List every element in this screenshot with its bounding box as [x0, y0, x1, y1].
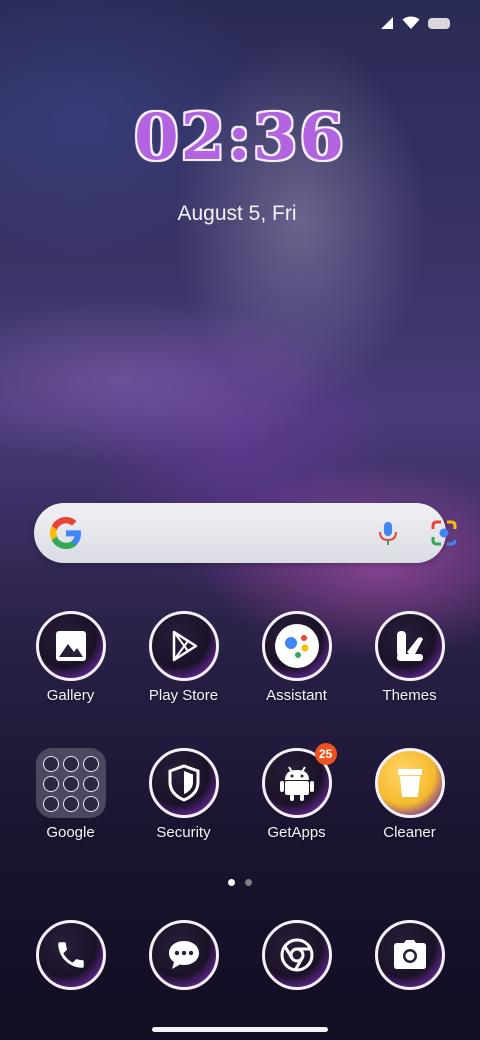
notification-badge: 25	[314, 743, 337, 765]
dock-messages[interactable]	[127, 920, 240, 990]
app-label: Google	[46, 824, 95, 841]
files-mini-icon	[62, 796, 79, 812]
meet-mini-icon	[62, 776, 79, 792]
page-indicator	[228, 879, 252, 886]
assistant-app-icon[interactable]	[261, 611, 332, 681]
google-mini-icon	[42, 756, 59, 772]
clock-date[interactable]: August 5, Fri	[0, 202, 474, 226]
app-assistant[interactable]: Assistant	[240, 611, 353, 704]
play-games-mini-icon	[42, 796, 59, 812]
mic-icon[interactable]	[374, 519, 402, 547]
app-cleaner[interactable]: Cleaner	[353, 748, 466, 841]
phone-app-icon[interactable]	[35, 920, 106, 990]
messages-icon	[168, 941, 199, 969]
wifi-icon	[402, 16, 420, 29]
android-icon	[279, 766, 314, 801]
home-gesture-bar[interactable]	[152, 1027, 328, 1032]
app-gallery[interactable]: Gallery	[14, 611, 127, 704]
shield-icon	[168, 764, 199, 802]
app-label: Assistant	[266, 687, 327, 704]
clock-time[interactable]: 02:36	[0, 100, 480, 175]
app-label: GetApps	[267, 824, 326, 841]
app-label: Gallery	[46, 687, 95, 704]
dock-chrome[interactable]	[240, 920, 353, 990]
image-icon	[55, 631, 86, 661]
gmail-mini-icon	[62, 756, 79, 772]
page-dot	[245, 879, 252, 886]
signal-icon	[381, 17, 393, 29]
getapps-app-icon[interactable]: 25	[261, 743, 337, 818]
themes-icon	[396, 631, 423, 661]
app-getapps[interactable]: 25 GetApps	[240, 743, 353, 841]
cleaner-app-icon[interactable]	[374, 748, 445, 818]
messages-app-icon[interactable]	[148, 920, 219, 990]
gallery-app-icon[interactable]	[35, 611, 106, 681]
themes-app-icon[interactable]	[374, 611, 445, 681]
camera-icon	[393, 940, 426, 969]
assistant-icon	[274, 624, 319, 668]
sheets-mini-icon	[82, 796, 99, 812]
security-app-icon[interactable]	[148, 748, 219, 818]
maps-mini-icon	[82, 756, 99, 772]
folder-icon[interactable]	[35, 748, 106, 818]
photos-mini-icon	[82, 776, 99, 792]
dock-phone[interactable]	[14, 920, 127, 990]
app-label: Cleaner	[383, 824, 436, 841]
app-label: Play Store	[148, 687, 219, 704]
app-label: Security	[156, 824, 211, 841]
google-search-bar[interactable]	[34, 503, 457, 563]
trash-bin-icon	[397, 769, 422, 797]
chrome-icon	[280, 938, 313, 972]
lens-icon[interactable]	[430, 519, 458, 547]
app-play-store[interactable]: Play Store	[127, 611, 240, 704]
play-store-app-icon[interactable]	[148, 611, 219, 681]
app-label: Themes	[382, 687, 437, 704]
youtube-mini-icon	[42, 776, 59, 792]
app-folder-google[interactable]: Google	[14, 748, 127, 841]
page-dot-active	[228, 879, 235, 886]
status-bar	[380, 16, 450, 30]
camera-app-icon[interactable]	[374, 920, 445, 990]
app-security[interactable]: Security	[127, 748, 240, 841]
battery-icon	[428, 17, 450, 29]
phone-icon	[57, 942, 84, 968]
chrome-app-icon[interactable]	[261, 920, 332, 990]
google-g-icon	[50, 517, 81, 549]
play-store-icon	[172, 630, 197, 662]
dock-camera[interactable]	[353, 920, 466, 990]
app-themes[interactable]: Themes	[353, 611, 466, 704]
